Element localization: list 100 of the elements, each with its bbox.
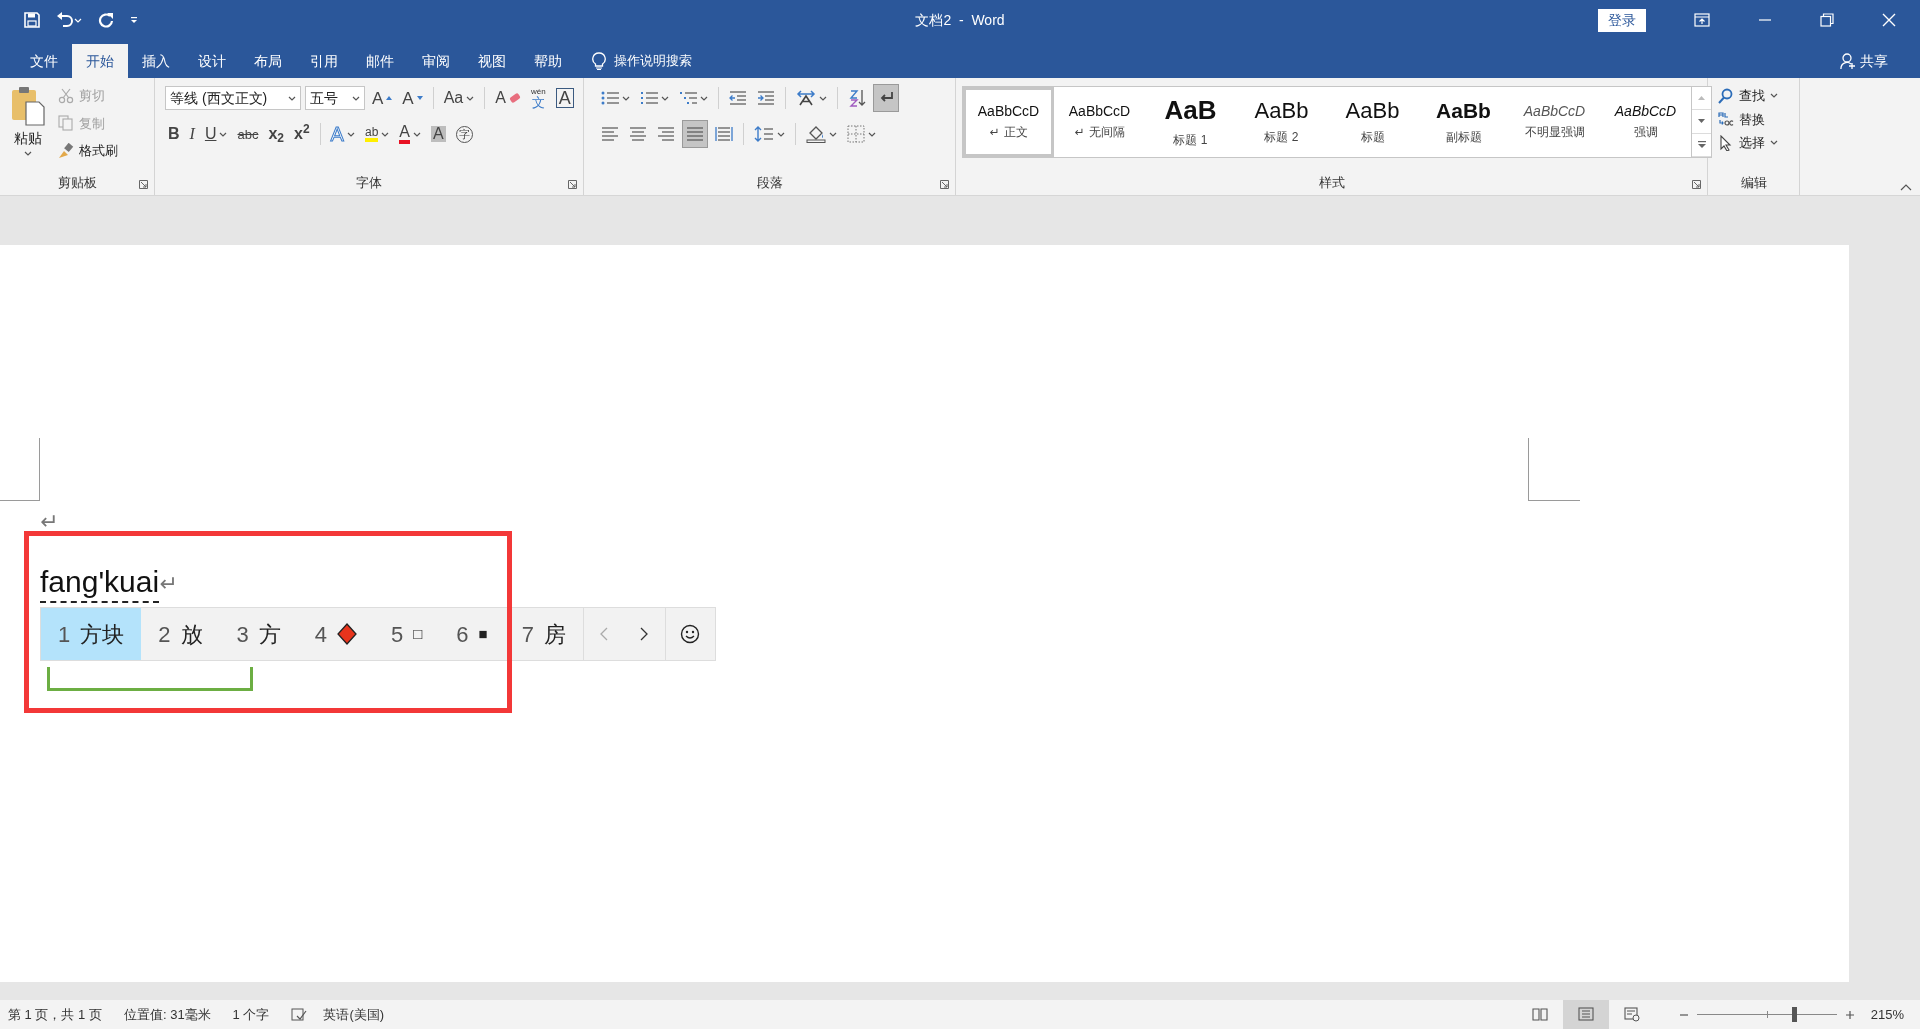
ribbon-display-icon [1694,13,1710,27]
diamond-icon [337,623,357,645]
ribbon-tab[interactable]: 邮件 [352,44,408,78]
zoom-level[interactable]: 215% [1870,1004,1904,1025]
ribbon-tab[interactable]: 引用 [296,44,352,78]
person-add-icon [1840,53,1856,69]
caret-icon [466,95,475,101]
group-label: 字体 [356,174,382,193]
candidate-option[interactable]: 3 方 [219,608,298,660]
close-icon [1882,13,1896,27]
caret-icon [74,17,82,23]
ribbon-tab[interactable]: 开始 [72,44,128,78]
caret-icon [777,131,785,137]
caret-icon [700,95,708,101]
phonetic-guide-button[interactable]: wén 文 [527,84,549,112]
ribbon-tab[interactable]: 视图 [464,44,520,78]
caret-icon [24,151,32,156]
subscript-button[interactable]: x$_{2}$ [265,120,287,148]
ribbon-tab[interactable]: 审阅 [408,44,464,78]
italic-button[interactable]: I [186,120,198,148]
ribbon-tab[interactable]: 设计 [184,44,240,78]
underline-button[interactable]: U [201,120,231,148]
candidate-option[interactable]: 1 方块 [41,608,142,660]
restore-icon [1820,13,1834,27]
char-shading-button[interactable]: A [428,120,449,148]
show-marks-button[interactable] [873,84,899,112]
replace-button[interactable]: 替换 [1714,107,1782,131]
style-name: 正文 [1003,124,1028,142]
style-preview: AaBbCcD [1523,102,1586,120]
ribbon-tab[interactable]: 帮助 [520,44,576,78]
candidate-option[interactable]: 7 房 [504,608,583,660]
caret-icon [1770,140,1778,146]
borders-icon [847,125,865,143]
font-size-field[interactable]: 五号 [305,86,365,110]
search-icon [1718,87,1734,104]
grow-font-button[interactable]: A [369,84,396,112]
highlight-button[interactable]: ab [361,120,393,148]
paintbrush-icon [58,142,74,159]
page-count[interactable]: 第 1 页，共 1 页 [8,1004,116,1025]
font-color-button[interactable]: A [396,120,424,148]
multilevel-list-icon [679,90,697,106]
redo-icon [98,12,114,28]
word-count[interactable]: 1 个字 [232,1004,284,1025]
shrink-font-button[interactable]: A [399,84,426,112]
paragraph-mark: ↵ [40,511,59,533]
paint-bucket-icon [806,125,826,143]
candidate-option[interactable]: 5 □ [374,608,440,660]
candidate-option[interactable]: 6 ■ [439,608,505,660]
align-distributed-icon [715,126,733,142]
ribbon-tab[interactable]: 插入 [128,44,184,78]
bold-button[interactable]: B [165,120,183,148]
select-button[interactable]: 选择 [1714,131,1782,155]
caret-icon [819,95,827,101]
caret-icon [288,95,296,101]
dialog-launcher-icon[interactable] [568,180,577,189]
language-indicator[interactable]: 英语(美国) [323,1004,399,1025]
triangle-down-icon [1698,119,1705,124]
double-arrow-icon [796,90,816,106]
caret-icon [130,16,138,24]
web-layout-icon [1623,1007,1640,1022]
style-option[interactable]: AaBbCcD ↵ 正文 [963,87,1054,157]
numbered-list-icon [640,90,658,106]
style-name: 强调 [1633,124,1658,142]
share-button[interactable]: 共享 [1832,44,1896,78]
candidate-option[interactable]: 4 [297,608,374,660]
change-case-button[interactable]: Aa [440,84,478,112]
zoom-slider-thumb[interactable] [1791,1007,1797,1022]
login-button[interactable]: 登录 [1598,8,1646,32]
dialog-launcher-icon[interactable] [1692,180,1701,189]
paste-button[interactable]: 粘贴 [6,84,50,171]
caret-icon [219,131,228,137]
style-name: 副标题 [1445,128,1482,146]
plus-icon[interactable] [1844,1009,1855,1020]
caret-icon [1770,93,1778,99]
superscript-button[interactable]: x$^{2}$ [291,120,313,148]
strikethrough-button[interactable]: abc [234,120,262,148]
lightbulb-icon [592,52,606,70]
collapse-ribbon-icon[interactable] [1900,184,1912,191]
align-justify-button[interactable] [682,120,708,148]
chevron-right-icon [640,627,649,641]
caret-icon [868,131,876,137]
clear-format-button[interactable]: A [492,84,524,112]
style-preview: AaBbCcD [1068,102,1131,120]
enclose-char-button[interactable]: 字 [452,120,476,148]
dialog-launcher-icon[interactable] [940,180,949,189]
align-left-icon [601,126,619,142]
painter-button[interactable]: 格式刷 [54,139,122,163]
tell-me-search[interactable]: 操作说明搜索 [614,51,692,71]
style-name: 不明显强调 [1524,124,1585,142]
clipboard-icon [10,86,46,126]
style-preview: AaBb [1436,98,1491,124]
proofing-icon[interactable] [291,1007,308,1022]
cursor-position[interactable]: 位置值: 31毫米 [123,1004,225,1025]
candidate-option[interactable]: 2 放 [141,608,220,660]
find-button[interactable]: 查找 [1714,84,1782,108]
font-name-field[interactable]: 等线 (西文正文) [165,86,301,110]
ribbon-tab[interactable]: 布局 [240,44,296,78]
ribbon-tab[interactable]: 文件 [16,44,72,78]
view-button[interactable] [1562,1000,1609,1029]
dialog-launcher-icon[interactable] [139,180,148,189]
